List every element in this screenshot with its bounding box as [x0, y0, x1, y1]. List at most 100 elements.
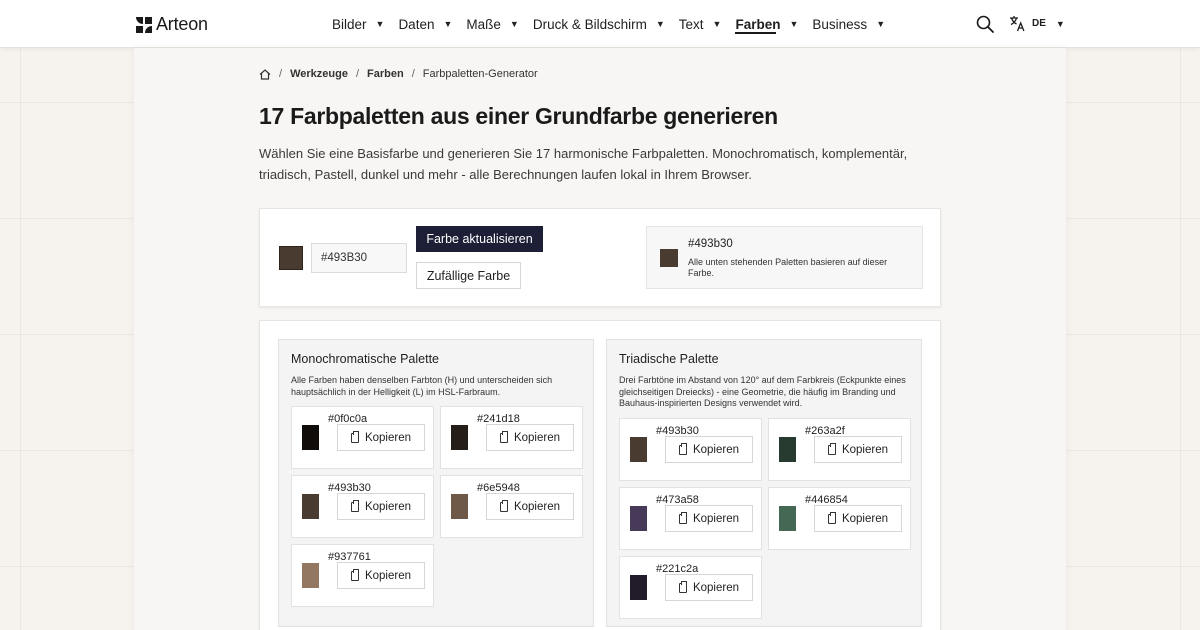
breadcrumb-separator: / — [411, 68, 415, 80]
update-color-button[interactable]: Farbe aktualisieren — [416, 226, 543, 252]
copy-button[interactable]: Kopieren — [337, 424, 425, 451]
copy-label: Kopieren — [841, 443, 889, 456]
color-chip — [302, 494, 319, 519]
caret-down-icon: ▼ — [712, 19, 722, 29]
breadcrumb-farben[interactable]: Farben — [367, 68, 404, 80]
caret-down-icon: ▼ — [876, 19, 886, 29]
clipboard-icon — [678, 580, 687, 593]
copy-label: Kopieren — [841, 512, 889, 525]
clipboard-icon — [678, 511, 687, 524]
color-swatch-tile: #937761 Kopieren — [291, 544, 434, 607]
color-swatch-tile: #221c2a Kopieren — [619, 556, 762, 619]
nav-item-druck-bildschirm[interactable]: Druck & Bildschirm ▼ — [533, 0, 665, 48]
color-chip — [630, 437, 647, 462]
caret-down-icon: ▼ — [443, 19, 453, 29]
color-swatch-tile: #0f0c0a Kopieren — [291, 406, 434, 469]
nav-item-text[interactable]: Text ▼ — [679, 0, 722, 48]
breadcrumb-werkzeuge[interactable]: Werkzeuge — [290, 68, 348, 80]
nav-label: Bilder — [332, 16, 367, 32]
color-chip — [302, 563, 319, 588]
color-swatch-tile: #493b30 Kopieren — [291, 475, 434, 538]
clipboard-icon — [350, 430, 359, 443]
breadcrumb-current: Farbpaletten-Generator — [422, 68, 538, 80]
caret-down-icon: ▼ — [655, 19, 665, 29]
clipboard-icon — [678, 442, 687, 455]
copy-button[interactable]: Kopieren — [486, 493, 574, 520]
nav-item-masse[interactable]: Maße ▼ — [466, 0, 518, 48]
clipboard-icon — [350, 499, 359, 512]
brand-name: Arteon — [156, 14, 208, 34]
caret-down-icon: ▼ — [375, 19, 385, 29]
clipboard-icon — [350, 568, 359, 581]
brand-logo-icon — [136, 16, 152, 33]
color-chip — [451, 494, 468, 519]
copy-button[interactable]: Kopieren — [665, 574, 753, 601]
language-switcher[interactable]: DE ▼ — [1009, 15, 1065, 32]
breadcrumb-separator: / — [279, 68, 283, 80]
nav-label: Farben — [735, 16, 781, 32]
color-picker-card: Farbe aktualisieren Zufällige Farbe #493… — [259, 208, 941, 307]
color-swatch-tile: #473a58 Kopieren — [619, 487, 762, 550]
caret-down-icon: ▼ — [1055, 18, 1065, 29]
palette-title: Monochromatische Palette — [291, 352, 439, 366]
palette-title: Triadische Palette — [619, 352, 719, 366]
base-color-note: Alle unten stehenden Paletten basieren a… — [688, 257, 888, 278]
nav-label: Druck & Bildschirm — [532, 16, 647, 32]
translate-icon — [1010, 16, 1025, 32]
color-chip — [302, 425, 319, 450]
copy-label: Kopieren — [513, 431, 561, 444]
color-swatch-picker[interactable] — [279, 246, 303, 270]
main-content: / Werkzeuge / Farben / Farbpaletten-Gene… — [134, 48, 1066, 630]
copy-label: Kopieren — [692, 581, 740, 594]
palette-description: Alle Farben haben denselben Farbton (H) … — [291, 375, 553, 397]
monochromatic-palette: Monochromatische Palette Alle Farben hab… — [278, 339, 594, 627]
breadcrumb-separator: / — [355, 68, 359, 80]
page-title: 17 Farbpaletten aus einer Grundfarbe gen… — [259, 103, 778, 129]
copy-button[interactable]: Kopieren — [814, 505, 902, 532]
copy-label: Kopieren — [364, 431, 412, 444]
color-swatch-tile: #493b30 Kopieren — [619, 418, 762, 481]
copy-button[interactable]: Kopieren — [337, 562, 425, 589]
nav-item-business[interactable]: Business ▼ — [812, 0, 885, 48]
brand-logo[interactable]: Arteon — [136, 14, 208, 35]
clipboard-icon — [827, 442, 836, 455]
top-header: Arteon Bilder ▼ Daten ▼ Maße ▼ Druck & B… — [0, 0, 1200, 48]
caret-down-icon: ▼ — [789, 19, 799, 29]
copy-label: Kopieren — [513, 500, 561, 513]
nav-label: Text — [678, 16, 704, 32]
copy-button[interactable]: Kopieren — [337, 493, 425, 520]
nav-item-daten[interactable]: Daten ▼ — [398, 0, 452, 48]
nav-label: Business — [812, 16, 868, 32]
color-swatch-tile: #446854 Kopieren — [768, 487, 911, 550]
base-color-info: #493b30 Alle unten stehenden Paletten ba… — [646, 226, 923, 289]
clipboard-icon — [827, 511, 836, 524]
base-color-hex: #493b30 — [688, 238, 733, 250]
clipboard-icon — [499, 499, 508, 512]
nav-label: Maße — [466, 16, 501, 32]
color-swatch-tile: #6e5948 Kopieren — [440, 475, 583, 538]
main-nav: Bilder ▼ Daten ▼ Maße ▼ Druck & Bildschi… — [332, 0, 899, 48]
random-color-button[interactable]: Zufällige Farbe — [416, 262, 521, 289]
color-swatch-tile: #263a2f Kopieren — [768, 418, 911, 481]
home-icon[interactable] — [259, 68, 271, 80]
copy-label: Kopieren — [364, 569, 412, 582]
caret-down-icon: ▼ — [509, 19, 519, 29]
nav-item-bilder[interactable]: Bilder ▼ — [332, 0, 384, 48]
copy-label: Kopieren — [364, 500, 412, 513]
color-chip — [779, 506, 796, 531]
copy-button[interactable]: Kopieren — [814, 436, 902, 463]
palette-description: Drei Farbtöne im Abstand von 120° auf de… — [619, 375, 906, 408]
language-code: DE — [1032, 18, 1046, 29]
nav-item-farben[interactable]: Farben ▼ — [735, 0, 798, 48]
color-chip — [630, 575, 647, 600]
color-swatch-tile: #241d18 Kopieren — [440, 406, 583, 469]
search-icon[interactable] — [976, 15, 994, 33]
hex-color-input[interactable] — [311, 243, 407, 273]
color-chip — [630, 506, 647, 531]
copy-button[interactable]: Kopieren — [665, 436, 753, 463]
palettes-card: Monochromatische Palette Alle Farben hab… — [259, 320, 941, 630]
nav-label: Daten — [398, 16, 435, 32]
color-chip — [451, 425, 468, 450]
copy-button[interactable]: Kopieren — [665, 505, 753, 532]
copy-button[interactable]: Kopieren — [486, 424, 574, 451]
